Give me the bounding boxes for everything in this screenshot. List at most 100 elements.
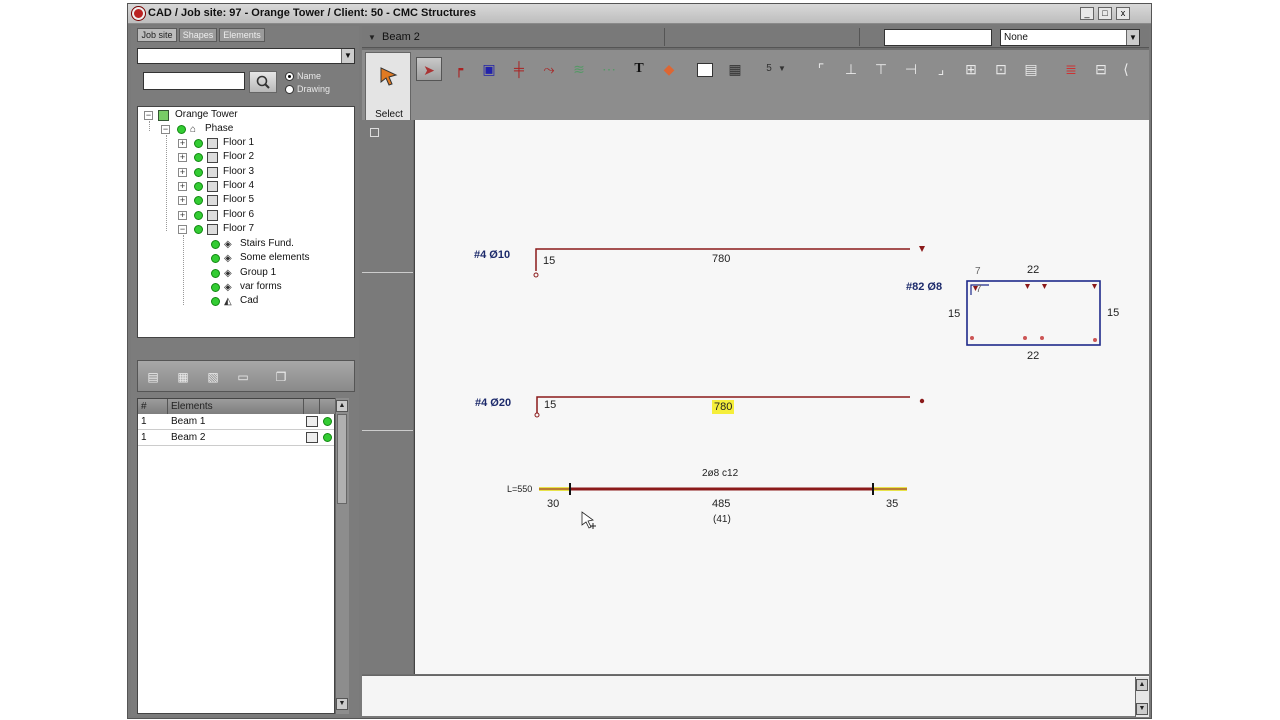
expand-icon[interactable]: +: [178, 153, 187, 163]
column-header-elements[interactable]: Elements: [168, 399, 304, 414]
elements-scrollbar[interactable]: ▲ ▼: [335, 398, 349, 714]
spiral-tool-icon[interactable]: ≋: [566, 57, 592, 81]
layers-icon[interactable]: ≣: [1058, 57, 1084, 81]
radio-name[interactable]: [285, 72, 294, 81]
rectangle-tool-icon[interactable]: [692, 57, 718, 81]
cad-icon: ◭: [224, 296, 232, 308]
tree-item-floor[interactable]: + Floor 4: [138, 180, 354, 194]
add-element-icon[interactable]: ▤: [144, 369, 162, 385]
tree-item-group[interactable]: ◈ var forms: [138, 281, 354, 295]
maximize-button[interactable]: □: [1098, 7, 1112, 20]
stirrup-shape[interactable]: [966, 280, 1101, 346]
topbar-search-input[interactable]: [884, 29, 992, 46]
bar-tool-icon[interactable]: ┍: [446, 57, 472, 81]
jobsite-tree[interactable]: − Orange Tower − ⌂ Phase + Floor 1 + Floor …: [137, 106, 355, 338]
tree-item-group[interactable]: ◈ Stairs Fund.: [138, 238, 354, 252]
title-bar[interactable]: CAD / Job site: 97 - Orange Tower / Clie…: [128, 4, 1151, 24]
stirrup-label: #82 Ø8: [906, 281, 943, 293]
pointer-tool[interactable]: ➤: [416, 57, 442, 81]
scroll-up-icon[interactable]: ▲: [336, 400, 348, 412]
copy-element-icon[interactable]: ❐: [272, 369, 290, 385]
drawing-canvas[interactable]: #4 Ø10 15 780 #82 Ø8 7 7 22 15 15 22 #4 …: [414, 120, 1149, 674]
chevron-down-icon[interactable]: ▼: [341, 49, 354, 63]
chevron-down-icon[interactable]: ▼: [1126, 30, 1139, 45]
radio-drawing-label: Drawing: [297, 84, 331, 94]
tab-shapes[interactable]: Shapes: [179, 28, 217, 42]
add-group-icon[interactable]: ▦: [174, 369, 192, 385]
scroll-down-icon[interactable]: ▼: [336, 698, 348, 710]
scroll-thumb[interactable]: [337, 414, 347, 504]
snap-end-icon[interactable]: ⊣: [898, 57, 924, 81]
close-button[interactable]: x: [1116, 7, 1130, 20]
search-button[interactable]: [249, 71, 277, 93]
floor-plan-icon: [207, 166, 218, 178]
column-header-status[interactable]: [320, 399, 336, 414]
snap-line-icon[interactable]: ⊤: [868, 57, 894, 81]
minimize-button[interactable]: _: [1080, 7, 1094, 20]
clipboard-icon[interactable]: ▤: [1018, 57, 1044, 81]
table-row[interactable]: 1 Beam 1: [138, 414, 334, 430]
shapes-tool-icon[interactable]: ◆: [656, 57, 682, 81]
bend-tool-icon[interactable]: ⤳: [536, 57, 562, 81]
floor-plan-icon: [207, 223, 218, 235]
left-panel: Job site Shapes Elements ▼ Name Drawing …: [131, 26, 359, 716]
column-header-qty[interactable]: #: [138, 399, 168, 414]
status-scrollbar[interactable]: ▲ ▼: [1135, 677, 1149, 717]
column-header-type[interactable]: [304, 399, 320, 414]
status-dot-icon[interactable]: [323, 417, 332, 426]
table-row[interactable]: 1 Beam 2: [138, 430, 334, 446]
tree-item-phase[interactable]: − ⌂ Phase: [138, 123, 354, 137]
chevron-down-icon[interactable]: ▼: [776, 57, 788, 81]
tab-job-site[interactable]: Job site: [137, 28, 177, 42]
collapse-icon[interactable]: −: [161, 125, 170, 134]
strip-box-icon[interactable]: [370, 128, 379, 137]
expand-icon[interactable]: +: [178, 167, 187, 177]
expand-icon[interactable]: +: [178, 196, 187, 206]
grid-tool-icon[interactable]: ▦: [722, 57, 748, 81]
snap-point-icon[interactable]: ⌜: [808, 57, 834, 81]
beam-bar[interactable]: [539, 483, 907, 495]
stirrup-tool-icon[interactable]: ▣: [476, 57, 502, 81]
tree-item-floor[interactable]: + Floor 3: [138, 166, 354, 180]
remove-element-icon[interactable]: ▭: [234, 369, 252, 385]
group-icon: ◈: [224, 239, 232, 250]
tab-elements[interactable]: Elements: [219, 28, 265, 42]
dimension-icon[interactable]: ⊞: [958, 57, 984, 81]
text-tool-icon[interactable]: T: [626, 57, 652, 81]
search-icon: [256, 75, 270, 89]
mesh-tool-icon[interactable]: ⋯: [596, 57, 622, 81]
tree-item-floor[interactable]: + Floor 5: [138, 194, 354, 208]
collapse-icon[interactable]: −: [178, 224, 187, 234]
filter-select[interactable]: None ▼: [1000, 29, 1140, 46]
zoom-fit-icon[interactable]: ⊡: [988, 57, 1014, 81]
tree-item-group[interactable]: ◈ Some elements: [138, 252, 354, 266]
beam-tool-icon[interactable]: ╪: [506, 57, 532, 81]
snap-mid-icon[interactable]: ⌟: [928, 57, 954, 81]
scroll-down-icon[interactable]: ▼: [1136, 703, 1148, 715]
paste-element-icon[interactable]: ▧: [204, 369, 222, 385]
snap-corner-icon[interactable]: ⊥: [838, 57, 864, 81]
collapse-arrow-icon[interactable]: ▼: [368, 33, 376, 42]
tree-item-floor[interactable]: + Floor 6: [138, 209, 354, 223]
jobsite-combo[interactable]: ▼: [137, 48, 355, 64]
scroll-up-icon[interactable]: ▲: [1136, 679, 1148, 691]
beam-spacing-label: 2ø8 c12: [702, 468, 739, 479]
row-name: Beam 1: [171, 416, 206, 427]
tree-item-floor[interactable]: + Floor 2: [138, 151, 354, 165]
tree-item-floor[interactable]: + Floor 1: [138, 137, 354, 151]
tree-item-group[interactable]: ◭ Cad: [138, 295, 354, 309]
more-tools-icon[interactable]: ⟨: [1116, 57, 1136, 81]
expand-icon[interactable]: +: [178, 181, 187, 191]
expand-icon[interactable]: +: [178, 210, 187, 220]
bar2-label: #4 Ø20: [475, 397, 512, 409]
collapse-icon[interactable]: −: [144, 111, 153, 120]
search-input[interactable]: [143, 72, 245, 90]
tree-item-group[interactable]: ◈ Group 1: [138, 267, 354, 281]
status-dot-icon[interactable]: [323, 433, 332, 442]
element-toolbar: ▤ ▦ ▧ ▭ ❐: [137, 360, 355, 392]
expand-icon[interactable]: +: [178, 139, 187, 148]
export-icon[interactable]: ⊟: [1088, 57, 1114, 81]
radio-drawing[interactable]: [285, 85, 294, 94]
tree-item-floor[interactable]: − Floor 7: [138, 223, 354, 237]
tree-item-root[interactable]: − Orange Tower: [138, 109, 354, 123]
